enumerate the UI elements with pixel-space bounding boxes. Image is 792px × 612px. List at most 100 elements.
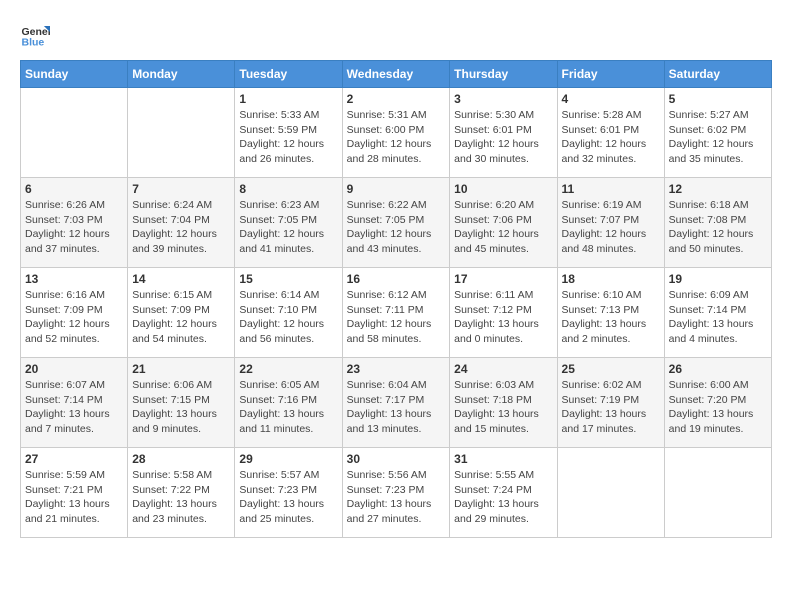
day-info: Sunrise: 5:58 AM Sunset: 7:22 PM Dayligh… — [132, 468, 230, 527]
logo: General Blue — [20, 20, 54, 50]
calendar-cell: 2 Sunrise: 5:31 AM Sunset: 6:00 PM Daylig… — [342, 88, 450, 178]
calendar-cell — [128, 88, 235, 178]
calendar-week-row: 13 Sunrise: 6:16 AM Sunset: 7:09 PM Dayli… — [21, 268, 772, 358]
day-info: Sunrise: 6:19 AM Sunset: 7:07 PM Dayligh… — [562, 198, 660, 257]
day-info: Sunrise: 6:10 AM Sunset: 7:13 PM Dayligh… — [562, 288, 660, 347]
weekday-header: Monday — [128, 61, 235, 88]
weekday-header: Friday — [557, 61, 664, 88]
logo-icon: General Blue — [20, 20, 50, 50]
calendar-cell: 12 Sunrise: 6:18 AM Sunset: 7:08 PM Dayli… — [664, 178, 771, 268]
day-number: 29 — [239, 452, 337, 466]
calendar-cell: 27 Sunrise: 5:59 AM Sunset: 7:21 PM Dayli… — [21, 448, 128, 538]
calendar-cell: 22Sunrise: 6:05 AM Sunset: 7:16 PM Dayli… — [235, 358, 342, 448]
calendar-week-row: 20 Sunrise: 6:07 AM Sunset: 7:14 PM Dayli… — [21, 358, 772, 448]
calendar-cell: 14 Sunrise: 6:15 AM Sunset: 7:09 PM Dayli… — [128, 268, 235, 358]
day-info: Sunrise: 6:26 AM Sunset: 7:03 PM Dayligh… — [25, 198, 123, 257]
calendar-cell: 6 Sunrise: 6:26 AM Sunset: 7:03 PM Daylig… — [21, 178, 128, 268]
day-number: 10 — [454, 182, 552, 196]
calendar-week-row: 6 Sunrise: 6:26 AM Sunset: 7:03 PM Daylig… — [21, 178, 772, 268]
calendar-cell: 11 Sunrise: 6:19 AM Sunset: 7:07 PM Dayli… — [557, 178, 664, 268]
day-number: 8 — [239, 182, 337, 196]
day-info: Sunrise: 5:28 AM Sunset: 6:01 PM Dayligh… — [562, 108, 660, 167]
calendar-cell: 31 Sunrise: 5:55 AM Sunset: 7:24 PM Dayli… — [450, 448, 557, 538]
day-number: 14 — [132, 272, 230, 286]
day-info: Sunrise: 5:59 AM Sunset: 7:21 PM Dayligh… — [25, 468, 123, 527]
calendar-cell: 1 Sunrise: 5:33 AM Sunset: 5:59 PM Daylig… — [235, 88, 342, 178]
calendar-cell: 5Sunrise: 5:27 AM Sunset: 6:02 PM Daylig… — [664, 88, 771, 178]
day-info: Sunrise: 6:07 AM Sunset: 7:14 PM Dayligh… — [25, 378, 123, 437]
day-number: 5 — [669, 92, 767, 106]
calendar-cell: 24 Sunrise: 6:03 AM Sunset: 7:18 PM Dayli… — [450, 358, 557, 448]
day-info: Sunrise: 6:20 AM Sunset: 7:06 PM Dayligh… — [454, 198, 552, 257]
day-number: 9 — [347, 182, 446, 196]
calendar-table: SundayMondayTuesdayWednesdayThursdayFrid… — [20, 60, 772, 538]
day-number: 17 — [454, 272, 552, 286]
day-info: Sunrise: 5:57 AM Sunset: 7:23 PM Dayligh… — [239, 468, 337, 527]
day-info: Sunrise: 6:24 AM Sunset: 7:04 PM Dayligh… — [132, 198, 230, 257]
calendar-cell: 19 Sunrise: 6:09 AM Sunset: 7:14 PM Dayli… — [664, 268, 771, 358]
day-number: 19 — [669, 272, 767, 286]
calendar-cell: 16Sunrise: 6:12 AM Sunset: 7:11 PM Dayli… — [342, 268, 450, 358]
calendar-cell: 23Sunrise: 6:04 AM Sunset: 7:17 PM Dayli… — [342, 358, 450, 448]
svg-text:Blue: Blue — [22, 37, 45, 49]
day-info: Sunrise: 5:31 AM Sunset: 6:00 PM Dayligh… — [347, 108, 446, 167]
day-info: Sunrise: 5:56 AM Sunset: 7:23 PM Dayligh… — [347, 468, 446, 527]
calendar-week-row: 27 Sunrise: 5:59 AM Sunset: 7:21 PM Dayli… — [21, 448, 772, 538]
calendar-cell: 21 Sunrise: 6:06 AM Sunset: 7:15 PM Dayli… — [128, 358, 235, 448]
day-info: Sunrise: 6:00 AM Sunset: 7:20 PM Dayligh… — [669, 378, 767, 437]
day-number: 4 — [562, 92, 660, 106]
day-info: Sunrise: 6:11 AM Sunset: 7:12 PM Dayligh… — [454, 288, 552, 347]
calendar-cell: 4 Sunrise: 5:28 AM Sunset: 6:01 PM Daylig… — [557, 88, 664, 178]
day-number: 11 — [562, 182, 660, 196]
day-number: 24 — [454, 362, 552, 376]
page-header: General Blue — [20, 20, 772, 50]
day-number: 7 — [132, 182, 230, 196]
day-info: Sunrise: 6:22 AM Sunset: 7:05 PM Dayligh… — [347, 198, 446, 257]
day-number: 12 — [669, 182, 767, 196]
day-number: 15 — [239, 272, 337, 286]
day-number: 30 — [347, 452, 446, 466]
day-number: 3 — [454, 92, 552, 106]
calendar-cell: 26Sunrise: 6:00 AM Sunset: 7:20 PM Dayli… — [664, 358, 771, 448]
day-info: Sunrise: 6:04 AM Sunset: 7:17 PM Dayligh… — [347, 378, 446, 437]
day-number: 21 — [132, 362, 230, 376]
calendar-cell — [21, 88, 128, 178]
day-number: 18 — [562, 272, 660, 286]
calendar-cell: 7 Sunrise: 6:24 AM Sunset: 7:04 PM Daylig… — [128, 178, 235, 268]
day-number: 28 — [132, 452, 230, 466]
calendar-cell — [664, 448, 771, 538]
day-info: Sunrise: 6:18 AM Sunset: 7:08 PM Dayligh… — [669, 198, 767, 257]
day-info: Sunrise: 6:15 AM Sunset: 7:09 PM Dayligh… — [132, 288, 230, 347]
day-info: Sunrise: 6:02 AM Sunset: 7:19 PM Dayligh… — [562, 378, 660, 437]
day-info: Sunrise: 6:06 AM Sunset: 7:15 PM Dayligh… — [132, 378, 230, 437]
day-info: Sunrise: 6:16 AM Sunset: 7:09 PM Dayligh… — [25, 288, 123, 347]
day-info: Sunrise: 6:03 AM Sunset: 7:18 PM Dayligh… — [454, 378, 552, 437]
day-number: 6 — [25, 182, 123, 196]
calendar-cell: 9 Sunrise: 6:22 AM Sunset: 7:05 PM Daylig… — [342, 178, 450, 268]
day-info: Sunrise: 6:23 AM Sunset: 7:05 PM Dayligh… — [239, 198, 337, 257]
calendar-cell: 29 Sunrise: 5:57 AM Sunset: 7:23 PM Dayli… — [235, 448, 342, 538]
day-number: 2 — [347, 92, 446, 106]
day-info: Sunrise: 5:33 AM Sunset: 5:59 PM Dayligh… — [239, 108, 337, 167]
day-number: 20 — [25, 362, 123, 376]
calendar-cell — [557, 448, 664, 538]
day-info: Sunrise: 5:55 AM Sunset: 7:24 PM Dayligh… — [454, 468, 552, 527]
weekday-header-row: SundayMondayTuesdayWednesdayThursdayFrid… — [21, 61, 772, 88]
calendar-cell: 18 Sunrise: 6:10 AM Sunset: 7:13 PM Dayli… — [557, 268, 664, 358]
weekday-header: Wednesday — [342, 61, 450, 88]
day-info: Sunrise: 5:30 AM Sunset: 6:01 PM Dayligh… — [454, 108, 552, 167]
calendar-cell: 3 Sunrise: 5:30 AM Sunset: 6:01 PM Daylig… — [450, 88, 557, 178]
calendar-cell: 20 Sunrise: 6:07 AM Sunset: 7:14 PM Dayli… — [21, 358, 128, 448]
day-number: 31 — [454, 452, 552, 466]
calendar-week-row: 1 Sunrise: 5:33 AM Sunset: 5:59 PM Daylig… — [21, 88, 772, 178]
day-info: Sunrise: 6:09 AM Sunset: 7:14 PM Dayligh… — [669, 288, 767, 347]
day-info: Sunrise: 6:05 AM Sunset: 7:16 PM Dayligh… — [239, 378, 337, 437]
weekday-header: Sunday — [21, 61, 128, 88]
calendar-cell: 8 Sunrise: 6:23 AM Sunset: 7:05 PM Daylig… — [235, 178, 342, 268]
day-number: 27 — [25, 452, 123, 466]
day-number: 13 — [25, 272, 123, 286]
weekday-header: Thursday — [450, 61, 557, 88]
day-number: 25 — [562, 362, 660, 376]
day-number: 1 — [239, 92, 337, 106]
calendar-cell: 28 Sunrise: 5:58 AM Sunset: 7:22 PM Dayli… — [128, 448, 235, 538]
